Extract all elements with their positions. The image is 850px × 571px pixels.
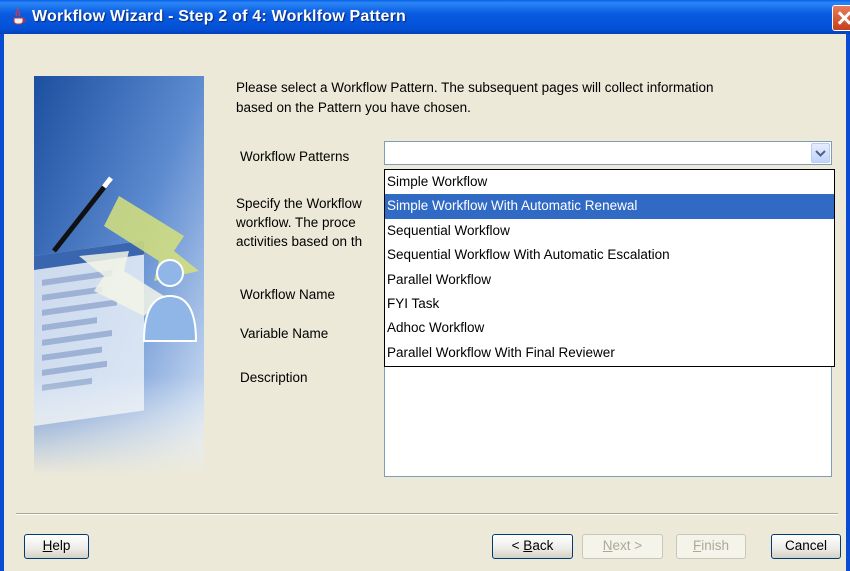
dropdown-option[interactable]: Sequential Workflow bbox=[385, 219, 834, 243]
help-label: elp bbox=[52, 538, 71, 553]
dropdown-option[interactable]: Sequential Workflow With Automatic Escal… bbox=[385, 243, 834, 267]
finish-mnemonic: F bbox=[692, 538, 702, 553]
workflow-patterns-dropdown-list[interactable]: Simple Workflow Simple Workflow With Aut… bbox=[384, 169, 835, 367]
specify-line-2: workflow. The proce bbox=[236, 215, 356, 230]
back-button[interactable]: < Back bbox=[492, 534, 573, 559]
help-button[interactable]: Help bbox=[24, 534, 89, 559]
button-separator bbox=[16, 513, 838, 515]
chevron-down-icon bbox=[815, 150, 826, 157]
java-cup-icon bbox=[13, 8, 26, 25]
back-arrow: < bbox=[511, 538, 524, 553]
description-label: Description bbox=[240, 370, 308, 385]
dropdown-option[interactable]: Adhoc Workflow bbox=[385, 316, 834, 340]
title-bar[interactable]: Workflow Wizard - Step 2 of 4: Worklfow … bbox=[0, 0, 850, 34]
dropdown-option[interactable]: FYI Task bbox=[385, 292, 834, 316]
variable-name-label: Variable Name bbox=[240, 326, 329, 341]
cancel-button[interactable]: Cancel bbox=[771, 534, 841, 559]
specify-description: Specify the Workflow workflow. The proce… bbox=[236, 194, 384, 251]
specify-line-3: activities based on th bbox=[236, 234, 363, 249]
combo-dropdown-button[interactable] bbox=[811, 143, 830, 163]
dropdown-option[interactable]: Parallel Workflow With Final Reviewer bbox=[385, 341, 834, 365]
workflow-wizard-dialog: Workflow Wizard - Step 2 of 4: Worklfow … bbox=[0, 0, 850, 571]
next-mnemonic: N bbox=[602, 538, 613, 553]
next-button[interactable]: Next > bbox=[582, 534, 663, 559]
intro-text: Please select a Workflow Pattern. The su… bbox=[236, 78, 816, 118]
back-mnemonic: B bbox=[523, 538, 533, 553]
dropdown-option-selected[interactable]: Simple Workflow With Automatic Renewal bbox=[385, 194, 834, 219]
window-title: Workflow Wizard - Step 2 of 4: Worklfow … bbox=[32, 8, 407, 25]
intro-line-2: based on the Pattern you have chosen. bbox=[236, 100, 471, 115]
description-textarea[interactable] bbox=[384, 362, 832, 477]
specify-line-1: Specify the Workflow bbox=[236, 196, 362, 211]
wizard-banner-illustration bbox=[34, 76, 204, 476]
finish-label: inish bbox=[701, 538, 729, 553]
close-icon[interactable] bbox=[832, 5, 850, 31]
intro-line-1: Please select a Workflow Pattern. The su… bbox=[236, 80, 714, 95]
finish-button[interactable]: Finish bbox=[676, 534, 746, 559]
back-label: ack bbox=[532, 538, 554, 553]
help-mnemonic: H bbox=[42, 538, 53, 553]
workflow-patterns-combo[interactable] bbox=[384, 141, 832, 165]
next-label: ext > bbox=[612, 538, 643, 553]
workflow-patterns-label: Workflow Patterns bbox=[240, 149, 350, 164]
dropdown-option[interactable]: Parallel Workflow bbox=[385, 268, 834, 292]
workflow-name-label: Workflow Name bbox=[240, 287, 336, 302]
dropdown-option[interactable]: Simple Workflow bbox=[385, 170, 834, 194]
